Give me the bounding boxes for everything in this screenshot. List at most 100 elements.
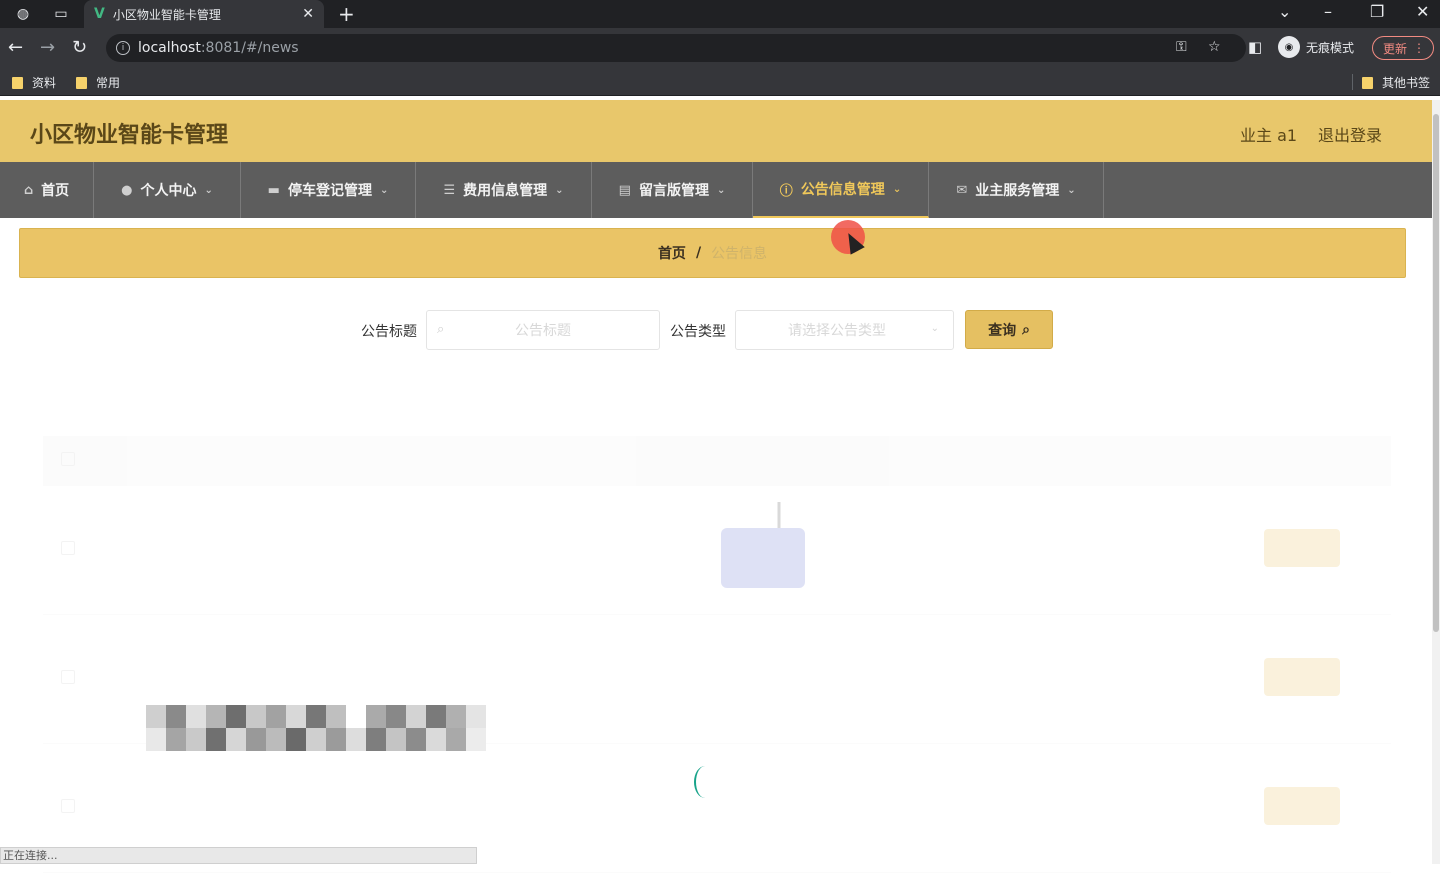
bookmark-label: 资料 xyxy=(32,76,57,90)
incognito-icon: ◉ xyxy=(1278,36,1300,58)
main-nav: ⌂ 首页 ● 个人中心 ⌄ ▬ 停车登记管理 ⌄ ☰ 费用信息管理 ⌄ ▤ 留言… xyxy=(0,162,1432,218)
table-row xyxy=(43,486,1391,615)
bookmark-label: 常用 xyxy=(96,76,121,90)
table-header xyxy=(43,436,1391,486)
query-button[interactable]: 查询 ⌕ xyxy=(965,310,1053,349)
reload-icon[interactable]: ↻ xyxy=(72,37,87,58)
search-icon: ⌕ xyxy=(437,322,445,337)
folder-icon xyxy=(76,76,87,89)
nav-label: 业主服务管理 xyxy=(975,183,1060,199)
bookmark-folder[interactable]: 常用 xyxy=(76,74,120,91)
browser-tab[interactable]: V 小区物业智能卡管理 ✕ xyxy=(84,0,324,28)
row-checkbox[interactable] xyxy=(61,799,75,813)
nav-item-message-board[interactable]: ▤ 留言版管理 ⌄ xyxy=(592,162,753,218)
new-tab-icon[interactable]: + xyxy=(338,2,355,26)
home-icon: ⌂ xyxy=(23,182,34,198)
incognito-label: 无痕模式 xyxy=(1306,40,1355,55)
nav-item-owner-services[interactable]: ✉ 业主服务管理 ⌄ xyxy=(929,162,1104,218)
breadcrumb-separator: / xyxy=(695,245,702,261)
close-tab-icon[interactable]: ✕ xyxy=(302,6,314,22)
nav-label: 首页 xyxy=(41,183,70,199)
update-button[interactable]: 更新 ⋮ xyxy=(1372,36,1434,60)
type-select[interactable]: 请选择公告类型 ⌄ xyxy=(735,310,954,350)
url-path: :8081/#/news xyxy=(200,40,299,56)
select-all-checkbox[interactable] xyxy=(61,452,75,466)
sidebar-icon[interactable]: ◧ xyxy=(1248,38,1262,56)
bookmark-folder[interactable]: 资料 xyxy=(12,74,56,91)
tab-search-icon[interactable]: ▭ xyxy=(52,5,70,23)
nav-item-home[interactable]: ⌂ 首页 xyxy=(0,162,94,218)
pixelated-overlay xyxy=(146,705,486,751)
key-icon[interactable]: ⚿ xyxy=(1176,39,1187,55)
app-header: 小区物业智能卡管理 业主 a1 退出登录 xyxy=(0,100,1432,162)
chevron-down-icon: ⌄ xyxy=(1067,184,1076,196)
breadcrumb-home[interactable]: 首页 xyxy=(658,243,686,263)
list-icon: ☰ xyxy=(443,182,456,198)
nav-label: 费用信息管理 xyxy=(463,183,548,199)
title-search-input[interactable]: ⌕ 公告标题 xyxy=(426,310,660,350)
vue-logo-icon: V xyxy=(94,6,105,22)
breadcrumb-current: 公告信息 xyxy=(711,246,768,262)
nav-label: 公告信息管理 xyxy=(800,182,885,198)
restore-icon[interactable]: ❐ xyxy=(1370,2,1384,21)
logout-link[interactable]: 退出登录 xyxy=(1318,122,1382,146)
query-label: 查询 xyxy=(988,322,1017,339)
nav-item-personal-center[interactable]: ● 个人中心 ⌄ xyxy=(94,162,241,218)
detail-button[interactable] xyxy=(1264,529,1340,567)
chevron-down-icon: ⌄ xyxy=(930,323,939,334)
clipboard-icon: ▤ xyxy=(618,182,631,198)
nav-item-notices[interactable]: ⓘ 公告信息管理 ⌄ xyxy=(753,162,929,218)
page-scrollbar[interactable] xyxy=(1432,100,1440,864)
nav-label: 留言版管理 xyxy=(638,183,709,199)
minimize-icon[interactable]: – xyxy=(1324,2,1332,21)
detail-button[interactable] xyxy=(1264,658,1340,696)
folder-icon xyxy=(12,76,23,89)
notice-table-loading xyxy=(43,436,1391,873)
chevron-down-icon: ⌄ xyxy=(379,184,389,196)
browser-tab-bar: ◍ ▭ V 小区物业智能卡管理 ✕ + ⌄ – ❐ ✕ xyxy=(0,0,1440,28)
url-host: localhost xyxy=(138,40,201,56)
tab-title: 小区物业智能卡管理 xyxy=(112,7,221,22)
info-icon: ⓘ xyxy=(779,183,793,199)
bookmark-divider xyxy=(1352,74,1353,90)
bookmark-star-icon[interactable]: ☆ xyxy=(1208,39,1221,55)
row-checkbox[interactable] xyxy=(61,541,75,555)
chevron-down-icon: ⌄ xyxy=(716,184,726,196)
browser-toolbar: ← → ↻ i localhost:8081/#/news ⚿ ☆ ◧ ◉ 无痕… xyxy=(0,28,1440,68)
type-label: 公告类型 xyxy=(670,324,726,340)
update-label: 更新 xyxy=(1383,41,1408,56)
row-checkbox[interactable] xyxy=(61,670,75,684)
nav-item-fees[interactable]: ☰ 费用信息管理 ⌄ xyxy=(416,162,592,218)
chevron-down-icon: ⌄ xyxy=(204,184,213,196)
back-icon[interactable]: ← xyxy=(8,37,23,58)
bookmarks-bar: 资料 常用 其他书签 xyxy=(0,68,1440,96)
close-window-icon[interactable]: ✕ xyxy=(1416,2,1429,21)
title-label: 公告标题 xyxy=(361,324,417,340)
search-icon: ⌕ xyxy=(1022,321,1030,338)
other-bookmarks[interactable]: 其他书签 xyxy=(1362,74,1430,91)
folder-icon xyxy=(1362,76,1373,89)
chevron-down-icon: ⌄ xyxy=(555,184,564,196)
incognito-indicator[interactable]: ◉ 无痕模式 xyxy=(1278,36,1354,58)
breadcrumb: 首页 / 公告信息 xyxy=(19,228,1406,278)
scrollbar-thumb[interactable] xyxy=(1433,114,1439,632)
forward-icon[interactable]: → xyxy=(40,37,55,58)
tab-list-chevron-icon[interactable]: ⌄ xyxy=(1278,2,1291,21)
detail-button[interactable] xyxy=(1264,787,1340,825)
browser-menu-icon[interactable]: ◍ xyxy=(14,5,32,23)
more-menu-icon[interactable]: ⋮ xyxy=(1413,41,1425,55)
mail-icon: ✉ xyxy=(956,182,968,198)
site-info-icon[interactable]: i xyxy=(116,41,130,55)
chevron-down-icon: ⌄ xyxy=(892,183,902,195)
address-bar[interactable]: i localhost:8081/#/news ⚿ ☆ xyxy=(106,34,1246,62)
search-form: 公告标题 ⌕ 公告标题 公告类型 请选择公告类型 ⌄ 查询 ⌕ xyxy=(19,310,1406,350)
nav-item-parking[interactable]: ▬ 停车登记管理 ⌄ xyxy=(241,162,416,218)
briefcase-icon: ▬ xyxy=(267,182,280,198)
news-thumbnail-icon xyxy=(721,502,805,588)
user-name: 业主 a1 xyxy=(1240,126,1298,145)
nav-label: 个人中心 xyxy=(140,183,197,199)
status-bar: 正在连接... xyxy=(0,847,477,864)
other-bookmarks-label: 其他书签 xyxy=(1382,76,1431,90)
title-placeholder: 公告标题 xyxy=(515,323,571,339)
loading-spinner xyxy=(694,766,716,798)
